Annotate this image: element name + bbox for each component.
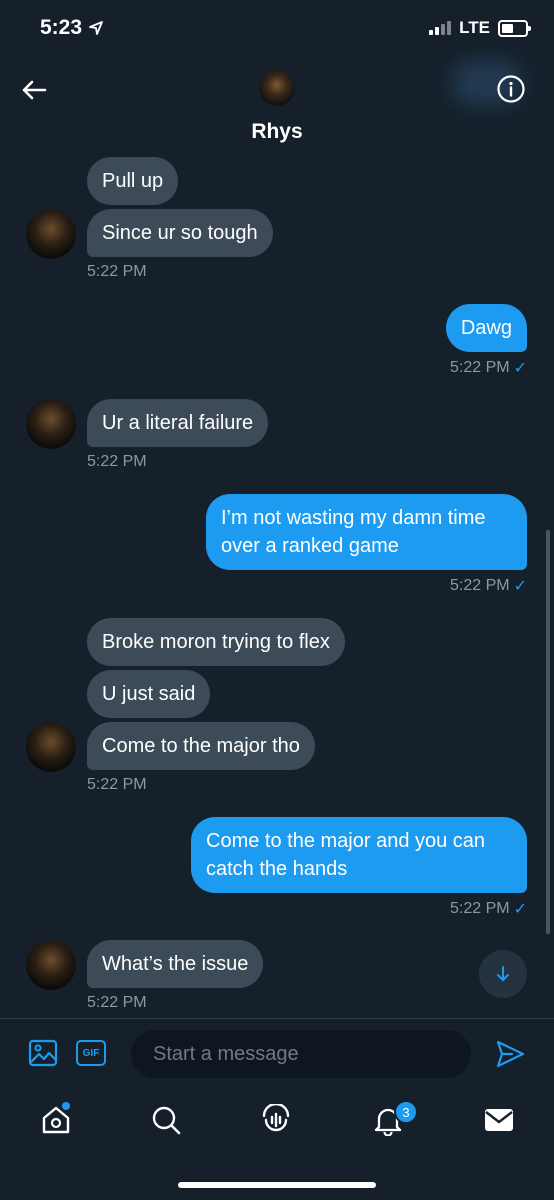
signal-icon: [429, 21, 452, 35]
composer-divider: [0, 1018, 554, 1019]
message-timestamp: 5:22 PM: [87, 453, 147, 470]
header-avatar[interactable]: [259, 70, 295, 106]
message-timestamp-row: 5:22 PM ✓: [450, 358, 527, 378]
received-message[interactable]: Come to the major tho: [87, 722, 315, 770]
received-message[interactable]: Pull up: [87, 157, 179, 205]
send-icon: [496, 1040, 525, 1068]
spaces-icon: [262, 1104, 290, 1132]
received-message[interactable]: U just said: [87, 670, 211, 718]
location-arrow-icon: [89, 21, 103, 35]
nav-spaces[interactable]: [258, 1102, 294, 1138]
sender-avatar[interactable]: [26, 209, 76, 259]
nav-messages[interactable]: [481, 1102, 517, 1138]
scrollbar[interactable]: [546, 530, 550, 934]
received-message[interactable]: Since ur so tough: [87, 209, 273, 257]
received-message[interactable]: What’s the issue: [87, 940, 264, 988]
send-button[interactable]: [494, 1038, 526, 1070]
scroll-to-bottom-button[interactable]: [479, 950, 527, 998]
status-time-text: 5:23: [40, 16, 83, 39]
message-timestamp-row: 5:22 PM ✓: [450, 899, 527, 919]
received-message[interactable]: Ur a literal failure: [87, 399, 269, 447]
message-timestamp: 5:22 PM: [87, 776, 147, 793]
received-message[interactable]: Broke moron trying to flex: [87, 618, 345, 666]
arrow-down-icon: [497, 966, 509, 981]
message-timestamp: 5:22 PM: [87, 263, 147, 280]
message-timestamp-row: 5:22 PM ✓: [450, 576, 527, 596]
nav-search[interactable]: [148, 1102, 184, 1138]
status-time: 5:23: [40, 16, 104, 40]
back-button[interactable]: [18, 74, 50, 106]
add-image-button[interactable]: [28, 1038, 58, 1068]
info-icon: [497, 75, 525, 103]
network-label: LTE: [459, 18, 490, 37]
sent-message[interactable]: Dawg: [445, 304, 527, 352]
home-unread-dot: [62, 1102, 70, 1110]
message-input[interactable]: [131, 1030, 471, 1078]
notifications-badge: 3: [394, 1100, 418, 1124]
arrow-left-icon: [22, 80, 47, 100]
message-timestamp: 5:22 PM: [450, 900, 510, 917]
sent-message[interactable]: Come to the major and you can catch the …: [191, 817, 527, 893]
search-icon: [152, 1106, 181, 1135]
status-indicators: LTE: [429, 18, 531, 38]
image-icon: [28, 1039, 58, 1067]
mail-icon: [485, 1109, 513, 1131]
read-check-icon: ✓: [513, 578, 527, 595]
battery-icon: [498, 19, 531, 37]
message-timestamp: 5:22 PM: [87, 994, 147, 1011]
read-check-icon: ✓: [513, 901, 527, 918]
home-indicator: [178, 1182, 376, 1188]
sender-avatar[interactable]: [26, 722, 76, 772]
gif-icon: GIF: [82, 1047, 100, 1059]
sent-message[interactable]: I’m not wasting my damn time over a rank…: [206, 494, 527, 570]
message-timestamp: 5:22 PM: [450, 359, 510, 376]
gif-button[interactable]: GIF: [76, 1040, 106, 1066]
sender-avatar[interactable]: [26, 940, 76, 990]
message-timestamp: 5:22 PM: [450, 577, 510, 594]
read-check-icon: ✓: [513, 360, 527, 377]
sender-avatar[interactable]: [26, 399, 76, 449]
info-button[interactable]: [496, 74, 526, 104]
conversation-title[interactable]: Rhys: [0, 120, 554, 144]
